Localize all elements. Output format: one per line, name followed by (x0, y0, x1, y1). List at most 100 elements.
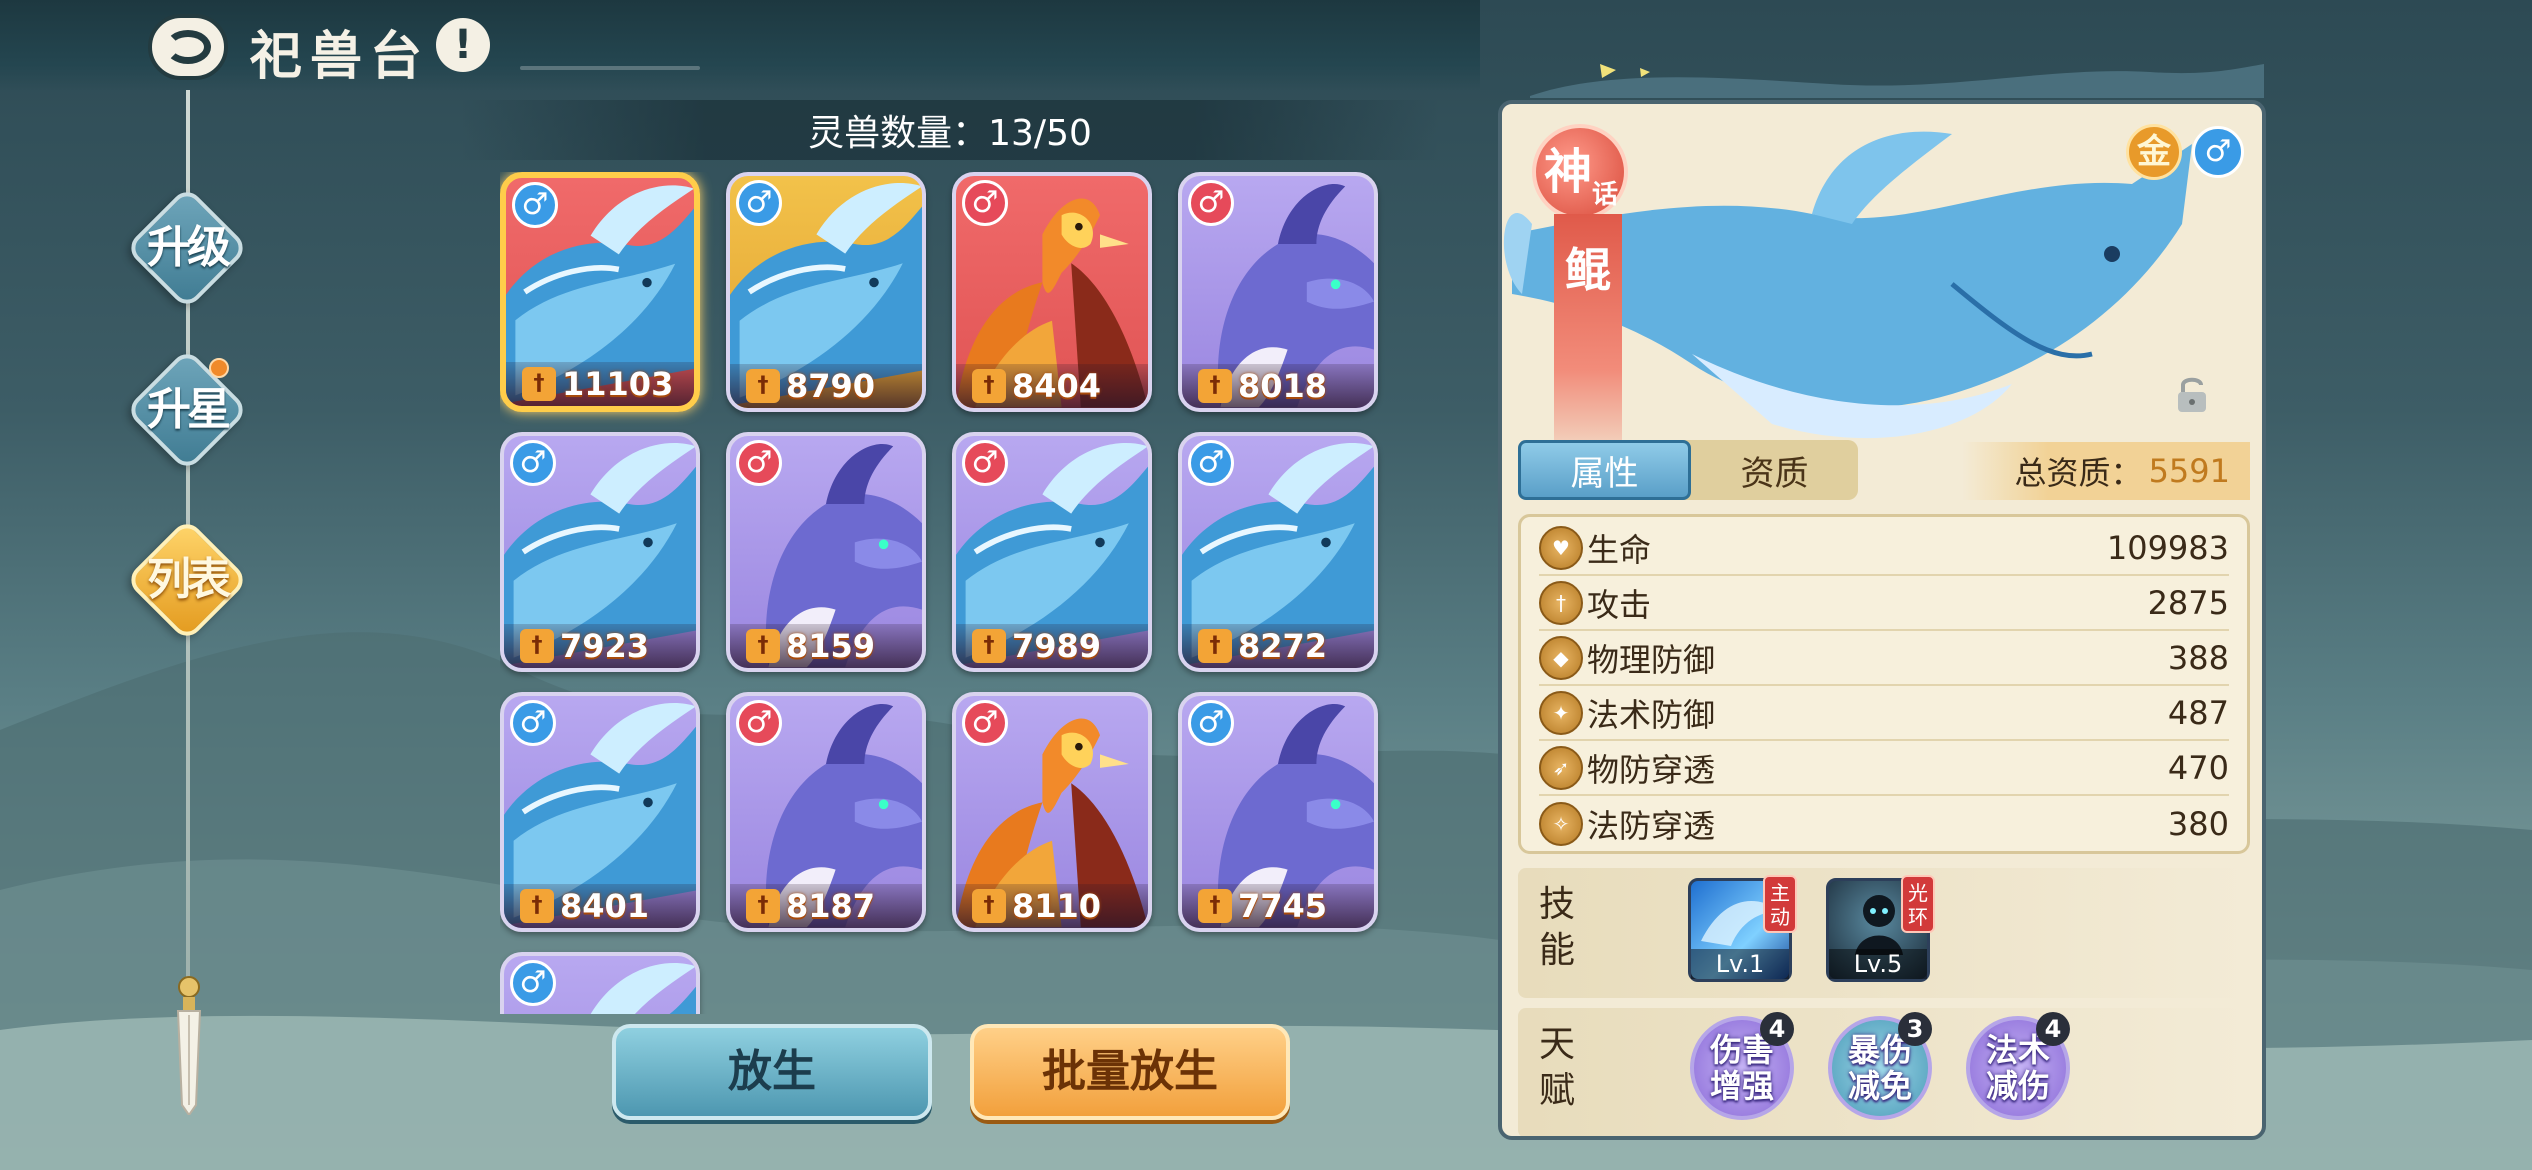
tab-list-label: 列表 (147, 554, 231, 605)
talent-1[interactable]: 伤害增强 4 (1690, 1012, 1794, 1120)
combat-power-value: 8187 (786, 887, 876, 925)
attribute-list: ♥ 生命 109983 † 攻击 2875 ◆ 物理防御 388 ✦ 法术防御 487 ➶ 物防穿… (1518, 514, 2250, 854)
attr-name: 生命 (1587, 530, 1652, 569)
attr-value: 2875 (2147, 583, 2229, 622)
attr-row-phys-pierce: ➶ 物防穿透 470 (1539, 741, 2229, 796)
back-arrow-icon (165, 30, 211, 64)
combat-power-icon: † (1198, 889, 1232, 923)
combat-power: † 8187 (730, 884, 922, 928)
combat-power-value: 8159 (786, 627, 876, 665)
gender-icon: ♂ (1188, 700, 1234, 746)
combat-power: † 8401 (504, 884, 696, 928)
info-button[interactable]: ! (436, 18, 490, 72)
lock-icon[interactable] (2174, 374, 2210, 414)
combat-power: † 11103 (506, 362, 694, 406)
pierce-icon: ➶ (1539, 745, 1583, 790)
pet-card[interactable]: ♂ † 7745 (1178, 692, 1378, 932)
pet-card[interactable]: ♂ † 7989 (952, 432, 1152, 672)
pet-card[interactable]: ♂ † 11103 (500, 172, 700, 412)
total-aptitude-value: 5591 (2148, 452, 2230, 490)
attr-value: 109983 (2106, 528, 2229, 567)
combat-power-icon: † (520, 889, 554, 923)
combat-power: † 8790 (730, 364, 922, 408)
gender-icon: ♂ (510, 440, 556, 486)
talent-3[interactable]: 法术减伤 4 (1966, 1012, 2070, 1120)
skill-level: Lv.1 (1691, 949, 1789, 979)
combat-power-icon: † (520, 629, 554, 663)
pet-card[interactable]: ♂ † 8404 (952, 172, 1152, 412)
combat-power: † 7989 (956, 624, 1148, 668)
rarity-main: 神 (1544, 144, 1593, 200)
shadow-skill-icon (1855, 895, 1903, 955)
gender-icon: ♂ (736, 700, 782, 746)
combat-power-icon: † (746, 369, 780, 403)
pet-card[interactable]: ♂ † 8401 (500, 692, 700, 932)
tab-upgrade-label: 升级 (147, 222, 231, 273)
magic-pierce-icon: ✧ (1539, 801, 1583, 846)
page-title: 祀兽台 (250, 26, 431, 87)
tab-aptitude[interactable]: 资质 (1691, 440, 1858, 500)
gender-icon: ♂ (962, 440, 1008, 486)
pet-card[interactable]: ♂ (500, 952, 700, 1014)
talents-label: 天赋 (1538, 1024, 1575, 1111)
tab-attributes[interactable]: 属性 (1518, 440, 1691, 500)
rarity-sub: 话 (1592, 180, 1619, 210)
combat-power-icon: † (1198, 629, 1232, 663)
combat-power-icon: † (972, 369, 1006, 403)
skill-type-tag: 光环 (1901, 875, 1935, 933)
pet-card[interactable]: ♂ † 8790 (726, 172, 926, 412)
pet-card[interactable]: ♂ † 8018 (1178, 172, 1378, 412)
tab-upgrade[interactable]: 升级 (124, 185, 250, 311)
gender-icon: ♂ (962, 180, 1008, 226)
gender-icon: ♂ (512, 182, 558, 228)
combat-power: † 8018 (1182, 364, 1374, 408)
tab-list[interactable]: 列表 (124, 517, 250, 643)
pet-count-bar: 灵兽数量：13/50 (460, 100, 1440, 160)
detail-tabs: 属性 资质 (1518, 440, 1858, 500)
pet-name: 鲲 (1565, 243, 1611, 297)
combat-power-icon: † (746, 629, 780, 663)
combat-power-value: 8404 (1012, 367, 1102, 405)
title-underline (520, 66, 700, 70)
skill-slot-1[interactable]: 主动 Lv.1 (1688, 875, 1797, 982)
attr-value: 388 (2167, 638, 2229, 677)
attr-value: 380 (2167, 804, 2229, 843)
attr-row-hp: ♥ 生命 109983 (1539, 521, 2229, 576)
tab-star-up[interactable]: 升星 (124, 347, 250, 473)
attr-name: 物理防御 (1587, 640, 1716, 679)
attr-name: 法术防御 (1587, 695, 1716, 734)
pet-card[interactable]: ♂ † 8110 (952, 692, 1152, 932)
combat-power: † 8110 (956, 884, 1148, 928)
talent-count: 3 (1898, 1012, 1932, 1046)
attr-value: 487 (2167, 693, 2229, 732)
skill-slot-2[interactable]: 光环 Lv.5 (1826, 875, 1935, 982)
gender-icon: ♂ (510, 960, 556, 1006)
attr-value: 470 (2167, 748, 2229, 787)
attr-row-magic-def: ✦ 法术防御 487 (1539, 686, 2229, 741)
pet-grid: ♂ † 11103 ♂ † 8790 ♂ † 8404 ♂ † 8018 ♂ † 7923 ♂ † 8159 ♂ † 7… (500, 172, 1420, 1014)
talent-2[interactable]: 暴伤减免 3 (1828, 1012, 1932, 1120)
magic-shield-icon: ✦ (1539, 690, 1583, 735)
sword-icon: † (1539, 580, 1583, 625)
notification-dot (209, 358, 229, 378)
combat-power-icon: † (972, 629, 1006, 663)
rarity-badge: 神 话 (1532, 124, 1628, 220)
pet-card[interactable]: ♂ † 8159 (726, 432, 926, 672)
attr-row-attack: † 攻击 2875 (1539, 576, 2229, 631)
combat-power-value: 8401 (560, 887, 650, 925)
release-button[interactable]: 放生 (612, 1024, 932, 1120)
pet-name-banner: 鲲 (1554, 214, 1622, 474)
total-aptitude: 总资质： 5591 (1962, 442, 2250, 500)
combat-power: † 7745 (1182, 884, 1374, 928)
tassel-ornament (176, 976, 202, 1115)
pet-card[interactable]: ♂ † 8272 (1178, 432, 1378, 672)
combat-power: † 8159 (730, 624, 922, 668)
pet-card[interactable]: ♂ † 8187 (726, 692, 926, 932)
talent-count: 4 (1760, 1012, 1794, 1046)
back-button[interactable] (148, 14, 228, 80)
batch-release-button[interactable]: 批量放生 (970, 1024, 1290, 1120)
attr-row-phys-def: ◆ 物理防御 388 (1539, 631, 2229, 686)
combat-power-value: 11103 (562, 365, 674, 403)
pet-card[interactable]: ♂ † 7923 (500, 432, 700, 672)
skill-type-tag: 主动 (1763, 875, 1797, 933)
